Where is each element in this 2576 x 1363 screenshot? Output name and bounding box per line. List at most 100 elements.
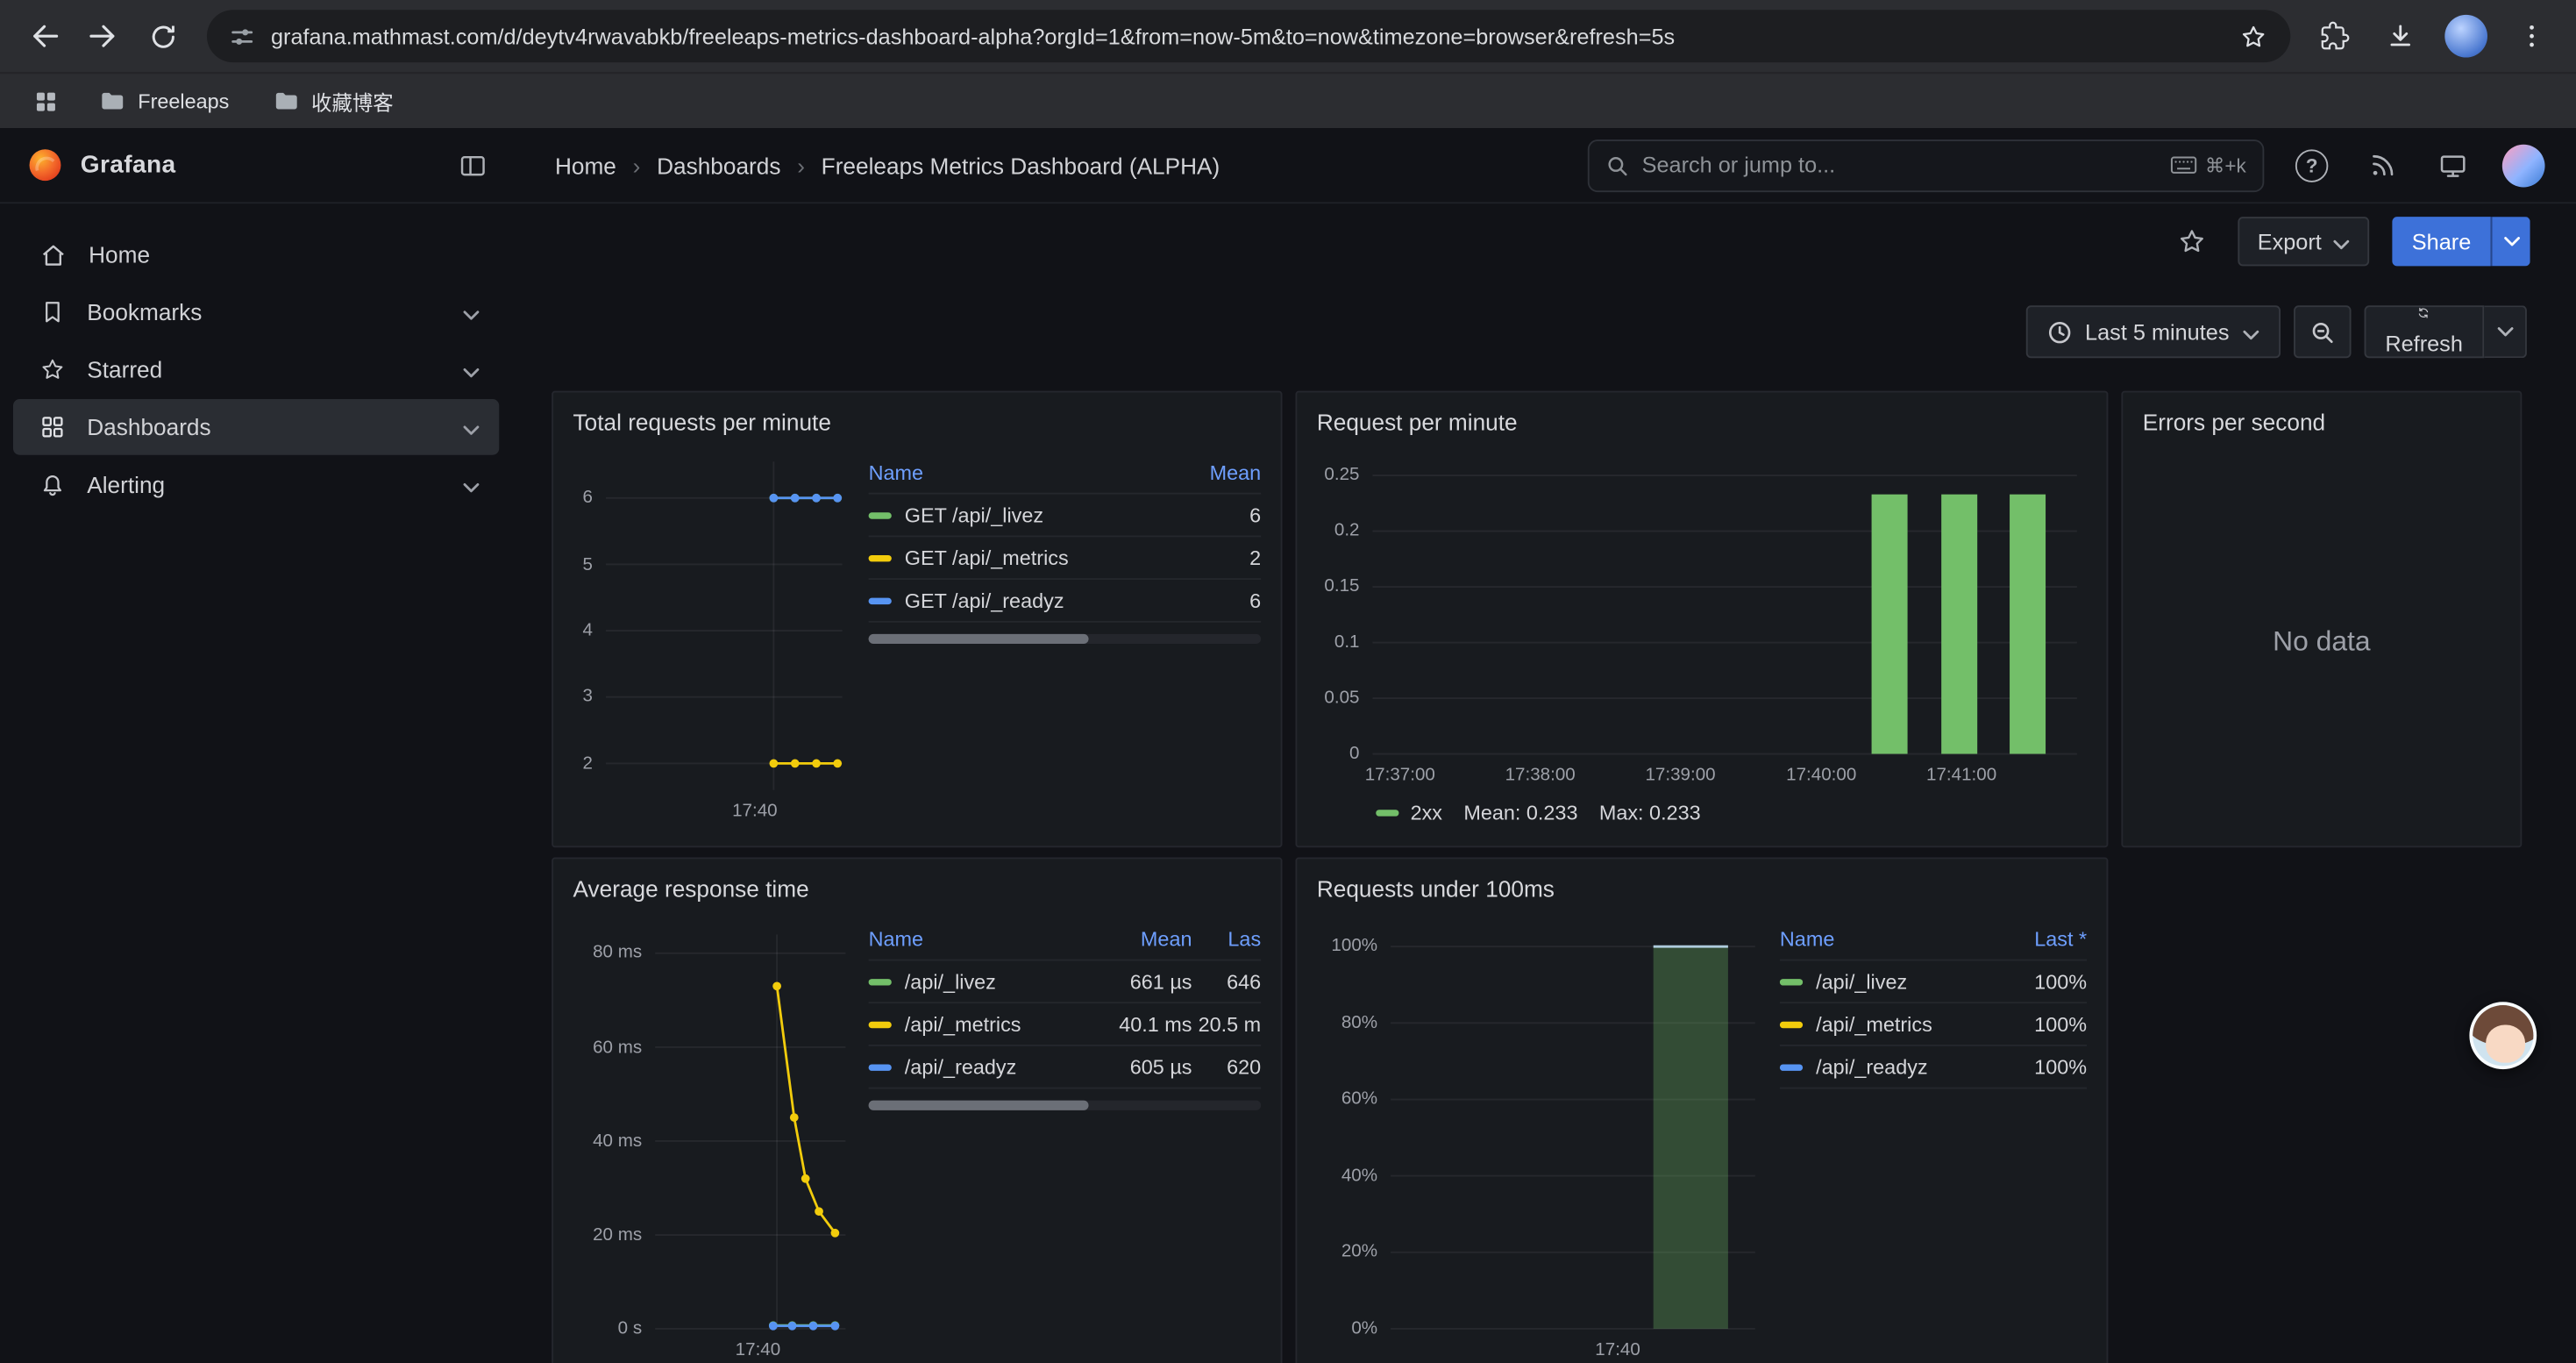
- chevron-down-icon: [2496, 327, 2513, 337]
- mega-menu-toggle[interactable]: [450, 142, 495, 188]
- reload-icon: [147, 20, 179, 52]
- sidebar-item-home[interactable]: Home: [13, 226, 499, 282]
- downloads-button[interactable]: [2373, 8, 2429, 64]
- share-menu-button[interactable]: [2491, 217, 2530, 266]
- panel-title[interactable]: Requests under 100ms: [1317, 872, 2087, 904]
- profile-button[interactable]: [2438, 8, 2494, 64]
- legend-header-name[interactable]: Name: [869, 927, 923, 950]
- x-axis-label: 17:40: [732, 802, 778, 821]
- legend-row[interactable]: /api/_livez 661 µs 646: [869, 960, 1262, 1003]
- folder-icon: [98, 87, 126, 115]
- legend-series-name[interactable]: /api/_readyz: [1816, 1055, 1928, 1078]
- panel-title[interactable]: Errors per second: [2143, 406, 2501, 439]
- favorite-dashboard-button[interactable]: [2169, 218, 2215, 264]
- legend-scrollbar-thumb[interactable]: [869, 634, 1089, 644]
- sidebar-item-label: Starred: [87, 356, 162, 382]
- legend-series-name[interactable]: GET /api/_livez: [905, 503, 1043, 526]
- sidebar-item-alerting[interactable]: Alerting: [13, 457, 499, 513]
- legend-series-mean: 40.1 ms: [1090, 1012, 1192, 1035]
- refresh-interval-button[interactable]: [2484, 305, 2527, 358]
- y-axis-label: 0.1: [1317, 632, 1360, 652]
- chevron-down-icon[interactable]: [463, 299, 480, 325]
- chevron-down-icon: [2333, 229, 2350, 253]
- chevron-down-icon[interactable]: [463, 471, 480, 497]
- browser-menu-button[interactable]: [2504, 8, 2560, 64]
- grafana-logo[interactable]: [26, 146, 64, 184]
- panel-title[interactable]: Average response time: [573, 872, 1262, 904]
- legend-row[interactable]: /api/_readyz 605 µs 620: [869, 1046, 1262, 1089]
- sidebar-item-bookmarks[interactable]: Bookmarks: [13, 284, 499, 340]
- legend-row[interactable]: GET /api/_metrics 2: [869, 537, 1262, 580]
- url-bar[interactable]: grafana.mathmast.com/d/deytv4rwavabkb/fr…: [207, 10, 2290, 62]
- legend-series-name[interactable]: GET /api/_readyz: [905, 589, 1064, 611]
- legend-series-name[interactable]: /api/_livez: [905, 970, 996, 993]
- breadcrumb-current: Freeleaps Metrics Dashboard (ALPHA): [822, 152, 1220, 178]
- panel-title[interactable]: Request per minute: [1317, 406, 2087, 439]
- legend-series-name[interactable]: /api/_livez: [1816, 970, 1907, 993]
- legend-stats-row[interactable]: 2xx Mean: 0.233 Max: 0.233: [1376, 793, 2087, 832]
- main-area: Export Share Last 5 minut: [522, 203, 2576, 1363]
- apps-button[interactable]: [23, 78, 68, 124]
- time-range-picker[interactable]: Last 5 minutes: [2026, 305, 2281, 358]
- chevron-down-icon[interactable]: [463, 356, 480, 382]
- panel-title[interactable]: Total requests per minute: [573, 406, 1262, 439]
- legend-row[interactable]: GET /api/_readyz 6: [869, 580, 1262, 623]
- x-axis-label: 17:41:00: [1926, 766, 1996, 785]
- keyboard-icon: [2171, 156, 2197, 175]
- bookmark-folder-freeleaps[interactable]: Freeleaps: [85, 82, 242, 120]
- legend-header-mean[interactable]: Mean: [1146, 460, 1261, 483]
- legend-header-name[interactable]: Name: [1780, 927, 1834, 950]
- legend-row[interactable]: /api/_metrics 40.1 ms 20.5 m: [869, 1003, 1262, 1046]
- legend-row[interactable]: /api/_metrics 100%: [1780, 1003, 2087, 1046]
- help-button[interactable]: [2288, 142, 2334, 188]
- y-axis-label: 0.05: [1317, 689, 1360, 708]
- back-button[interactable]: [17, 8, 73, 64]
- legend-series-name[interactable]: GET /api/_metrics: [905, 546, 1069, 569]
- zoom-out-time-button[interactable]: [2293, 305, 2351, 358]
- legend-row[interactable]: GET /api/_livez 6: [869, 495, 1262, 538]
- legend-header-name[interactable]: Name: [869, 460, 923, 483]
- share-button[interactable]: Share: [2392, 217, 2490, 266]
- legend-header-last[interactable]: Last *: [1989, 927, 2087, 950]
- legend-scrollbar-thumb[interactable]: [869, 1101, 1089, 1110]
- series-color-dash: [869, 554, 892, 560]
- site-settings-icon[interactable]: [230, 24, 254, 48]
- legend-header-mean[interactable]: Mean: [1090, 927, 1192, 950]
- panel-left-icon: [458, 150, 487, 180]
- sidebar-item-dashboards[interactable]: Dashboards: [13, 399, 499, 455]
- share-label: Share: [2412, 229, 2471, 253]
- legend-series-mean: 2: [1146, 546, 1261, 569]
- bookmark-star-icon[interactable]: [2239, 22, 2267, 50]
- legend-row[interactable]: /api/_livez 100%: [1780, 960, 2087, 1003]
- export-button[interactable]: Export: [2238, 217, 2369, 266]
- legend-row[interactable]: /api/_readyz 100%: [1780, 1046, 2087, 1089]
- legend-series-name[interactable]: /api/_metrics: [905, 1012, 1021, 1035]
- sidebar-item-label: Dashboards: [87, 414, 210, 440]
- news-button[interactable]: [2359, 142, 2405, 188]
- legend-series-last: 646: [1192, 970, 1262, 993]
- share-split-button: Share: [2392, 217, 2530, 266]
- assistant-avatar-widget[interactable]: [2469, 1002, 2537, 1069]
- legend-series-name[interactable]: /api/_metrics: [1816, 1012, 1932, 1035]
- extensions-button[interactable]: [2307, 8, 2363, 64]
- bookmark-icon: [39, 299, 66, 325]
- browser-toolbar: grafana.mathmast.com/d/deytv4rwavabkb/fr…: [0, 0, 2576, 72]
- breadcrumb-dashboards[interactable]: Dashboards: [657, 152, 780, 178]
- search-input[interactable]: [1642, 153, 2158, 177]
- forward-button[interactable]: [75, 8, 132, 64]
- search-box[interactable]: ⌘+k: [1588, 139, 2265, 191]
- legend-series-name[interactable]: 2xx: [1411, 802, 1442, 824]
- breadcrumb-home[interactable]: Home: [555, 152, 616, 178]
- bookmark-folder-blogs[interactable]: 收藏博客: [259, 81, 407, 122]
- dashboard-actions-bar: Export Share: [522, 203, 2576, 279]
- chevron-down-icon: [2503, 237, 2520, 246]
- kiosk-mode-button[interactable]: [2430, 142, 2475, 188]
- sidebar-item-starred[interactable]: Starred: [13, 342, 499, 398]
- user-menu-button[interactable]: [2501, 142, 2546, 188]
- series-color-dash: [1376, 810, 1398, 816]
- legend-header-last[interactable]: Las: [1192, 927, 1262, 950]
- refresh-button[interactable]: Refresh: [2364, 305, 2484, 358]
- reload-button[interactable]: [135, 8, 191, 64]
- chevron-down-icon[interactable]: [463, 414, 480, 440]
- legend-series-name[interactable]: /api/_readyz: [905, 1055, 1017, 1078]
